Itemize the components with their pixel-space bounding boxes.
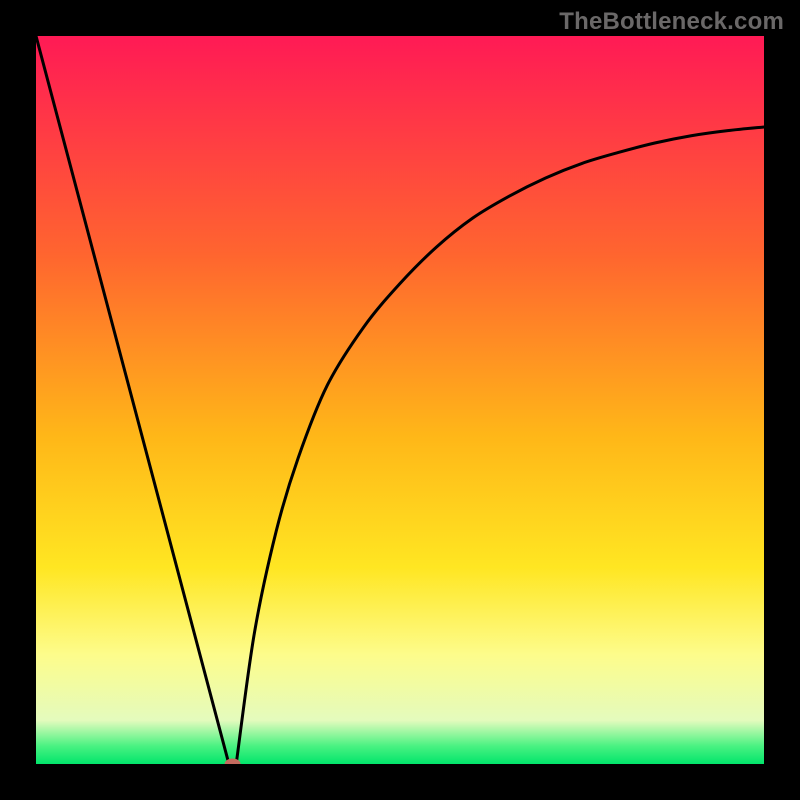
watermark: TheBottleneck.com [559, 8, 784, 36]
chart-background [36, 36, 764, 764]
chart-area [36, 36, 764, 764]
bottleneck-chart [36, 36, 764, 764]
